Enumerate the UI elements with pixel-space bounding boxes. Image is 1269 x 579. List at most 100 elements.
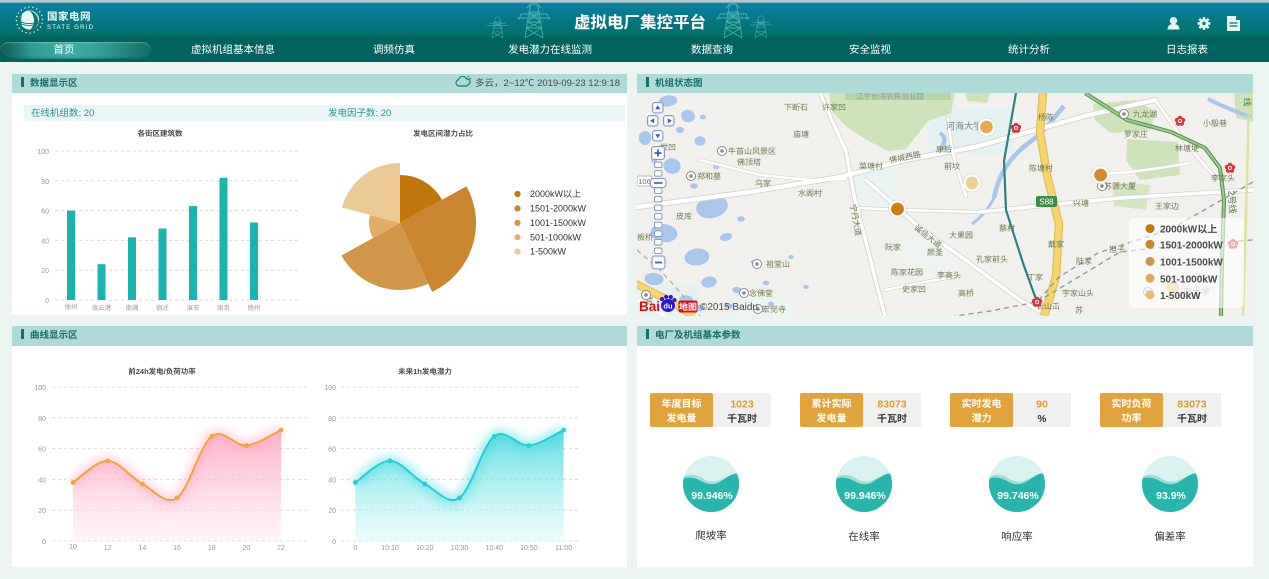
svg-text:%: % (1038, 414, 1047, 425)
svg-text:前坟: 前坟 (944, 162, 960, 171)
svg-text:60: 60 (41, 209, 49, 216)
svg-text:99.746%: 99.746% (997, 490, 1039, 502)
svg-text:18: 18 (208, 545, 216, 552)
svg-text:2号线: 2号线 (1226, 190, 1238, 214)
svg-text:戴家: 戴家 (1048, 240, 1064, 249)
svg-text:地图: 地图 (679, 302, 697, 312)
svg-text:孔家前头: 孔家前头 (976, 255, 1008, 264)
svg-text:501-1000kW: 501-1000kW (1160, 274, 1218, 285)
svg-text:陈家花园: 陈家花园 (891, 268, 923, 277)
svg-text:王家边: 王家边 (1155, 202, 1179, 211)
svg-text:乌家: 乌家 (755, 179, 771, 188)
svg-text:连云港: 连云港 (92, 304, 112, 312)
svg-text:99.946%: 99.946% (844, 490, 886, 502)
svg-text:累计实际: 累计实际 (812, 398, 852, 410)
svg-text:1001-1500kW: 1001-1500kW (1160, 257, 1223, 268)
svg-text:0: 0 (332, 539, 336, 546)
svg-text:12: 12 (104, 545, 112, 552)
svg-text:千瓦时: 千瓦时 (1177, 413, 1207, 425)
svg-text:苏源大厦: 苏源大厦 (1104, 182, 1136, 191)
svg-text:李家头: 李家头 (1211, 174, 1235, 183)
svg-text:在线率: 在线率 (848, 531, 880, 543)
svg-text:1001-1500kW: 1001-1500kW (530, 218, 587, 228)
svg-text:九龙湖: 九龙湖 (1133, 110, 1157, 119)
svg-text:苏: 苏 (1075, 306, 1083, 315)
svg-text:Bai: Bai (639, 299, 660, 314)
svg-text:11:00: 11:00 (555, 545, 572, 552)
svg-text:实时发电: 实时发电 (962, 398, 1002, 410)
svg-text:庙塘: 庙塘 (793, 130, 809, 139)
svg-text:100: 100 (37, 149, 49, 156)
svg-text:发电量: 发电量 (667, 413, 697, 425)
svg-text:高桥: 高桥 (958, 289, 974, 298)
svg-text:80: 80 (328, 416, 336, 423)
svg-text:93.9%: 93.9% (1156, 490, 1186, 502)
svg-text:106: 106 (638, 177, 651, 186)
svg-text:80: 80 (38, 416, 46, 423)
svg-text:前24h发电/负荷功率: 前24h发电/负荷功率 (128, 367, 196, 376)
svg-text:千瓦时: 千瓦时 (877, 413, 907, 425)
svg-text:2000kW以上: 2000kW以上 (530, 189, 581, 199)
svg-text:0: 0 (45, 298, 49, 305)
svg-text:10:20: 10:20 (416, 545, 434, 552)
svg-text:40: 40 (38, 477, 46, 484)
svg-text:扬州: 扬州 (248, 304, 261, 312)
svg-text:2000kW以上: 2000kW以上 (1160, 224, 1217, 236)
svg-text:20: 20 (41, 268, 49, 275)
svg-text:线: 线 (1242, 97, 1253, 107)
svg-text:99.946%: 99.946% (691, 490, 733, 502)
svg-text:李高头: 李高头 (937, 271, 961, 280)
svg-text:陆家: 陆家 (1076, 257, 1092, 266)
svg-text:史家凹: 史家凹 (902, 285, 926, 294)
svg-text:板桥: 板桥 (637, 233, 653, 242)
svg-text:10:30: 10:30 (451, 545, 469, 552)
svg-text:徐州: 徐州 (65, 303, 78, 311)
svg-text:河海大学: 河海大学 (946, 121, 982, 131)
svg-text:许家凹: 许家凹 (822, 103, 846, 112)
svg-text:发电因子数: 20: 发电因子数: 20 (328, 107, 391, 119)
svg-text:郑和墓: 郑和墓 (697, 172, 721, 181)
svg-text:20: 20 (38, 508, 46, 515)
svg-text:小殷巷: 小殷巷 (1203, 119, 1227, 128)
svg-text:宏觉寺: 宏觉寺 (762, 305, 786, 314)
svg-text:在线机组数: 20: 在线机组数: 20 (31, 108, 94, 119)
svg-text:14: 14 (139, 545, 147, 552)
svg-text:83073: 83073 (1177, 399, 1206, 411)
svg-text:22: 22 (277, 545, 285, 552)
svg-text:83073: 83073 (877, 399, 906, 411)
svg-text:60: 60 (328, 447, 336, 454)
svg-text:©2015 Baidu: ©2015 Baidu (700, 302, 758, 313)
svg-text:S88: S88 (1039, 198, 1054, 207)
svg-text:南京: 南京 (217, 304, 231, 312)
svg-text:爬坡率: 爬坡率 (695, 530, 727, 542)
svg-text:90: 90 (1036, 399, 1048, 411)
svg-text:80: 80 (41, 179, 49, 186)
svg-text:年度目标: 年度目标 (662, 398, 702, 410)
svg-text:1-500kW: 1-500kW (530, 247, 567, 257)
svg-text:罗家庄: 罗家庄 (1124, 130, 1148, 139)
svg-text:宇家山头: 宇家山头 (1062, 289, 1094, 298)
svg-text:兴塘: 兴塘 (1073, 199, 1089, 208)
svg-text:牛首山风景区: 牛首山风景区 (728, 147, 776, 156)
svg-text:潜力: 潜力 (972, 413, 992, 425)
svg-text:宿迁: 宿迁 (156, 304, 170, 312)
svg-text:阮家: 阮家 (885, 243, 901, 252)
svg-text:丁家: 丁家 (1027, 273, 1043, 282)
svg-text:各街区建筑数: 各街区建筑数 (138, 129, 183, 138)
svg-text:陈塘村: 陈塘村 (1029, 164, 1053, 173)
svg-text:1-500kW: 1-500kW (1160, 291, 1201, 302)
svg-text:未来1h发电潜力: 未来1h发电潜力 (398, 367, 452, 376)
svg-text:40: 40 (41, 238, 49, 245)
svg-text:颜圣: 颜圣 (927, 248, 943, 257)
svg-text:0: 0 (42, 539, 46, 546)
svg-text:念佛堂: 念佛堂 (749, 289, 773, 298)
svg-text:大果园: 大果园 (949, 231, 973, 240)
svg-text:菜塘村: 菜塘村 (859, 162, 883, 171)
svg-text:10: 10 (69, 544, 77, 551)
svg-text:发电区间潜力占比: 发电区间潜力占比 (413, 129, 473, 138)
svg-text:响应率: 响应率 (1001, 531, 1033, 543)
svg-text:20: 20 (243, 545, 251, 552)
svg-text:南通: 南通 (126, 304, 140, 312)
svg-text:发电量: 发电量 (817, 413, 847, 425)
svg-text:100: 100 (324, 385, 336, 392)
